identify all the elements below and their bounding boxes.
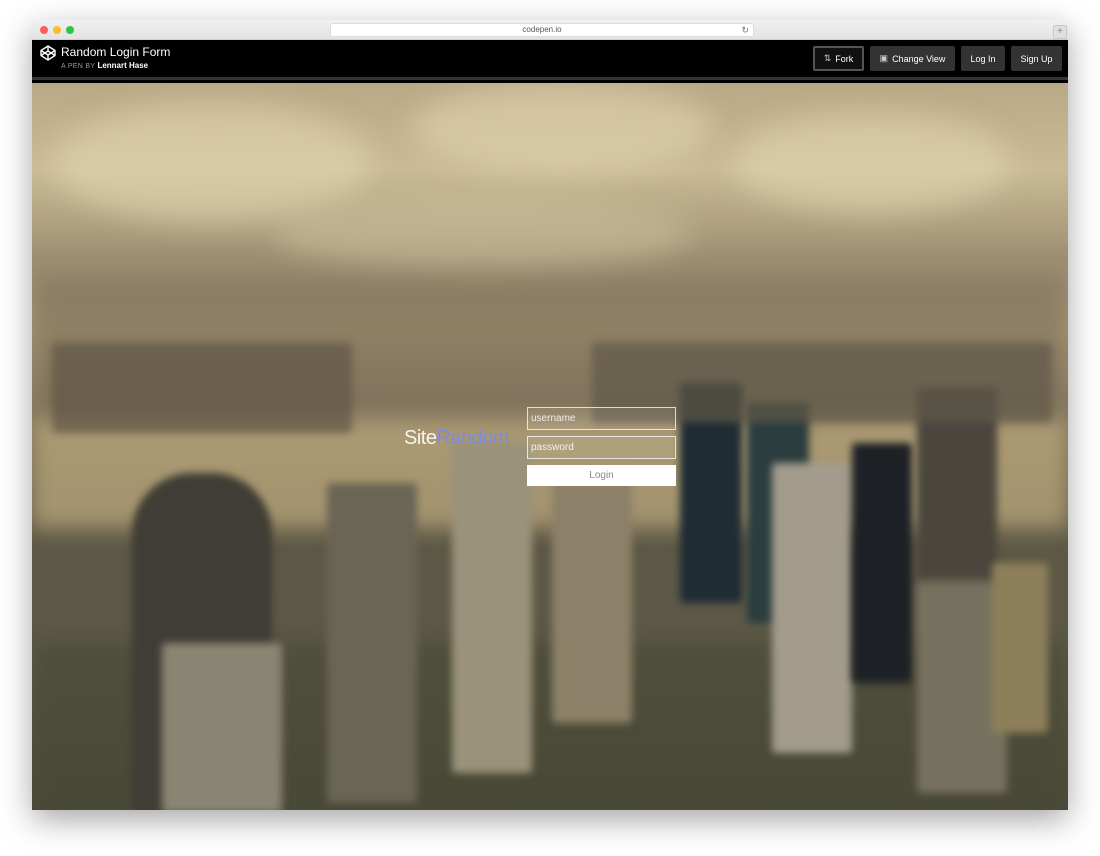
password-field[interactable]: [527, 436, 676, 459]
brand-primary-text: Site: [404, 427, 437, 449]
sign-up-button-label: Sign Up: [1020, 53, 1053, 64]
login-button[interactable]: Login: [527, 465, 676, 486]
brand-accent-text: Random: [436, 427, 510, 449]
new-tab-button[interactable]: +: [1053, 25, 1067, 39]
pen-author-link[interactable]: Lennart Hase: [97, 61, 148, 70]
codepen-logo-icon[interactable]: [40, 45, 56, 61]
browser-toolbar: codepen.io ↻ +: [32, 20, 1068, 40]
pen-author-line: A PEN BY Lennart Hase: [61, 61, 148, 70]
sign-up-button[interactable]: Sign Up: [1011, 46, 1062, 71]
minimize-window-button[interactable]: [53, 26, 61, 34]
log-in-button-label: Log In: [970, 53, 996, 64]
pen-by-label: A PEN BY: [61, 63, 96, 70]
reload-icon[interactable]: ↻: [741, 24, 749, 36]
address-bar[interactable]: codepen.io ↻: [330, 23, 754, 37]
pen-preview: SiteRandom Login: [32, 83, 1068, 810]
layout-icon: ▣: [879, 53, 889, 63]
maximize-window-button[interactable]: [66, 26, 74, 34]
log-in-button[interactable]: Log In: [961, 46, 1005, 71]
pen-title[interactable]: Random Login Form: [61, 45, 170, 59]
codepen-header: Random Login Form A PEN BY Lennart Hase …: [32, 40, 1068, 80]
fork-icon: ⇅: [823, 53, 832, 63]
fork-button[interactable]: ⇅ Fork: [813, 46, 864, 71]
browser-window: codepen.io ↻ + Random Login Form A PEN B…: [32, 20, 1068, 810]
address-bar-url: codepen.io: [522, 25, 562, 34]
change-view-button-label: Change View: [892, 53, 946, 64]
username-field[interactable]: [527, 407, 676, 430]
site-brand: SiteRandom: [404, 427, 510, 450]
fork-button-label: Fork: [835, 53, 854, 64]
change-view-button[interactable]: ▣ Change View: [870, 46, 955, 71]
close-window-button[interactable]: [40, 26, 48, 34]
